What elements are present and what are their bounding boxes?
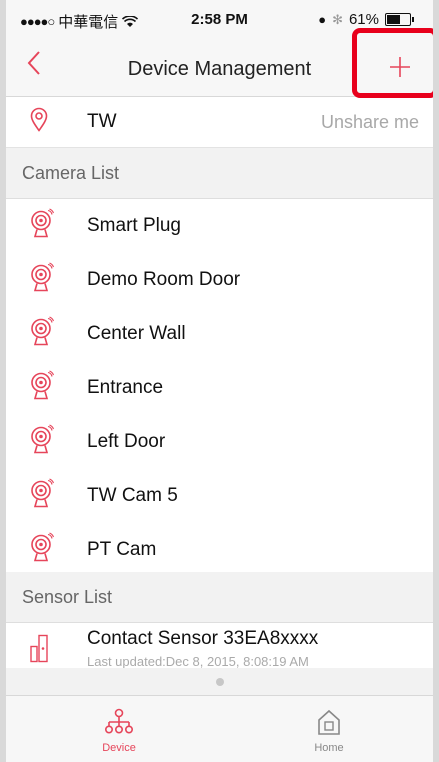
camera-icon — [30, 424, 55, 460]
location-row[interactable]: TW Unshare me — [0, 97, 439, 148]
camera-row[interactable]: Entrance — [0, 361, 439, 416]
camera-icon — [30, 370, 55, 406]
tab-home[interactable]: Home — [254, 696, 404, 762]
camera-row[interactable]: TW Cam 5 — [0, 469, 439, 524]
camera-list-header: Camera List — [0, 148, 439, 199]
status-right-group: ● ✻ 61% — [318, 11, 414, 28]
camera-name: Smart Plug — [87, 215, 181, 236]
camera-name: TW Cam 5 — [87, 485, 178, 506]
tab-home-label: Home — [314, 742, 344, 754]
tab-device-label: Device — [102, 742, 136, 754]
sensor-updated: Last updated:Dec 8, 2015, 8:08:19 AM — [87, 654, 309, 669]
page-indicator — [0, 668, 439, 696]
location-name: TW — [87, 111, 117, 132]
alarm-icon: ● — [318, 12, 327, 27]
location-pin-icon — [30, 107, 48, 137]
camera-name: PT Cam — [87, 539, 157, 560]
camera-name: Left Door — [87, 431, 166, 452]
camera-name: Demo Room Door — [87, 269, 241, 290]
phone-bezel-left — [0, 0, 6, 762]
camera-row[interactable]: Smart Plug — [0, 199, 439, 254]
device-tree-icon — [99, 708, 139, 741]
battery-fill — [387, 15, 400, 24]
phone-bezel-right — [433, 0, 439, 762]
unshare-button[interactable]: Unshare me — [321, 112, 419, 133]
contact-sensor-icon — [30, 634, 48, 668]
camera-icon — [30, 532, 55, 568]
sensor-list-title: Sensor List — [22, 586, 113, 607]
tab-bar: Device Home — [0, 695, 439, 762]
camera-list-title: Camera List — [22, 162, 120, 183]
camera-row[interactable]: PT Cam — [0, 523, 439, 578]
battery-icon — [385, 13, 414, 26]
sensor-list-header: Sensor List — [0, 572, 439, 623]
camera-name: Center Wall — [87, 323, 186, 344]
camera-icon — [30, 262, 55, 298]
camera-row[interactable]: Center Wall — [0, 307, 439, 362]
camera-icon — [30, 478, 55, 514]
camera-row[interactable]: Demo Room Door — [0, 253, 439, 308]
home-icon — [309, 708, 349, 741]
camera-icon — [30, 208, 55, 244]
bluetooth-icon: ✻ — [332, 11, 343, 27]
app-screen: ●●●●○ 中華電信 2:58 PM ● ✻ 61% Device Manage… — [0, 0, 439, 762]
page-dot — [215, 678, 224, 686]
highlight-box — [352, 28, 438, 98]
battery-percent: 61% — [348, 11, 379, 28]
camera-icon — [30, 316, 55, 352]
camera-name: Entrance — [87, 377, 164, 398]
camera-row[interactable]: Left Door — [0, 415, 439, 470]
tab-device[interactable]: Device — [44, 696, 194, 762]
sensor-name: Contact Sensor 33EA8xxxx — [87, 628, 319, 649]
